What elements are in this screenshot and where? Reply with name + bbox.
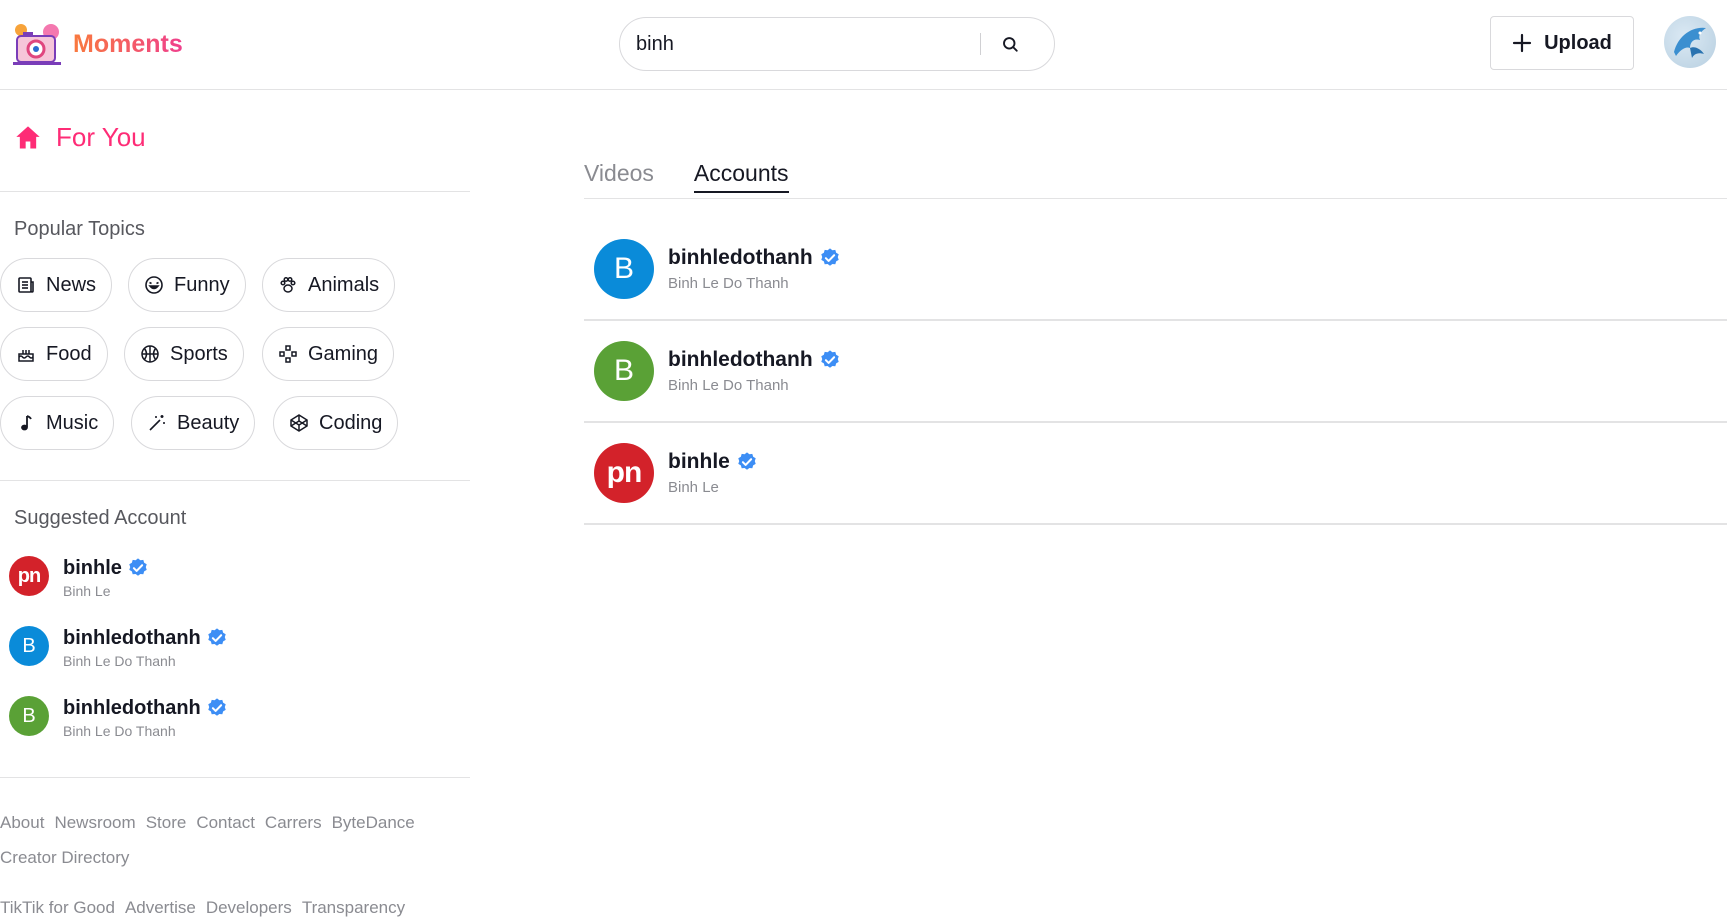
avatar: B [594,239,654,299]
footer-link-contact[interactable]: Contact [196,813,255,833]
home-icon [16,125,40,148]
tabs-divider [584,198,1727,199]
verified-badge-icon [738,452,756,470]
result-fullname: Binh Le Do Thanh [668,377,789,394]
topic-gaming[interactable]: Gaming [262,327,395,381]
user-avatar[interactable] [1664,16,1716,68]
avatar: B [9,696,49,736]
divider [0,777,470,778]
footer-link-store[interactable]: Store [146,813,187,833]
footer-links-row: About Newsroom Store Contact Carrers Byt… [0,813,415,833]
for-you-label: For You [56,122,146,152]
verified-badge-icon [129,558,147,576]
footer-link-carrers[interactable]: Carrers [265,813,322,833]
avatar: B [594,341,654,401]
tab-videos[interactable]: Videos [584,160,654,193]
topic-label: Gaming [308,342,379,365]
codepen-icon [290,414,308,432]
topic-food[interactable]: Food [0,327,108,381]
search-input[interactable] [620,32,980,56]
topic-coding[interactable]: Coding [273,396,399,450]
search-tabs: Videos Accounts [584,160,789,193]
topic-label: News [46,273,97,296]
footer-link-bytedance[interactable]: ByteDance [332,813,415,833]
top-header: Moments Upload [0,0,1727,90]
footer-links-row: Creator Directory [0,848,129,868]
topic-label: Beauty [177,411,240,434]
topic-sports[interactable]: Sports [124,327,244,381]
topic-funny[interactable]: Funny [128,258,246,312]
verified-badge-icon [208,628,226,646]
dolphin-avatar-icon [1674,27,1706,58]
newspaper-icon [18,277,34,293]
result-fullname: Binh Le Do Thanh [668,275,789,292]
verified-badge-icon [820,248,839,266]
divider [0,191,470,192]
search-bar [619,17,1055,71]
footer-link-newsroom[interactable]: Newsroom [54,813,135,833]
account-result-item[interactable]: pn binhle Binh Le [584,423,1727,525]
logo-text: Moments [73,29,183,58]
topic-animals[interactable]: Animals [262,258,396,312]
search-icon [1003,37,1018,52]
suggested-fullname: Binh Le Do Thanh [63,653,176,669]
footer-link-tiktik-for-good[interactable]: TikTik for Good [0,898,115,918]
sidebar-item-for-you[interactable]: For You [14,122,146,153]
suggested-fullname: Binh Le Do Thanh [63,723,176,739]
footer-link-about[interactable]: About [0,813,44,833]
topic-label: Music [46,411,99,434]
camera-logo-icon [9,20,65,68]
suggested-account-title: Suggested Account [14,507,187,529]
topic-label: Animals [308,273,380,296]
verified-badge-icon [820,350,839,368]
logo[interactable]: Moments [9,20,183,68]
footer-link-transparency[interactable]: Transparency [302,898,405,918]
upload-label: Upload [1544,31,1612,54]
result-fullname: Binh Le [668,479,719,496]
upload-button[interactable]: Upload [1490,16,1634,70]
gamepad-icon [279,345,297,363]
result-username: binhle [668,450,730,473]
plus-icon [1513,33,1532,53]
magic-wand-icon [149,415,165,431]
topic-label: Funny [174,273,230,296]
result-username: binhledothanh [668,246,813,269]
suggested-username: binhledothanh [63,697,201,719]
result-username: binhledothanh [668,348,813,371]
footer-links-row: TikTik for Good Advertise Developers Tra… [0,898,405,918]
suggested-account-item[interactable]: pn binhle Binh Le [9,556,149,599]
suggested-account-item[interactable]: B binhledothanh Binh Le Do Thanh [9,696,228,739]
topic-music[interactable]: Music [0,396,115,450]
suggested-username: binhledothanh [63,627,201,649]
paw-icon [280,276,296,293]
footer-link-creator-directory[interactable]: Creator Directory [0,848,129,868]
footer-link-developers[interactable]: Developers [206,898,292,918]
basketball-icon [141,345,159,363]
topic-label: Sports [170,342,228,365]
footer-link-advertise[interactable]: Advertise [125,898,196,918]
suggested-account-item[interactable]: B binhledothanh Binh Le Do Thanh [9,626,228,669]
topic-news[interactable]: News [0,258,113,312]
search-button[interactable] [981,18,1039,70]
topic-beauty[interactable]: Beauty [131,396,256,450]
avatar: pn [9,556,49,596]
cake-icon [18,350,34,362]
topic-label: Coding [319,411,383,434]
popular-topics-title: Popular Topics [14,218,145,240]
verified-badge-icon [208,698,226,716]
account-result-item[interactable]: B binhledothanh Binh Le Do Thanh [584,321,1727,423]
avatar: B [9,626,49,666]
divider [0,480,470,481]
suggested-username: binhle [63,557,122,579]
laughing-face-icon [145,276,163,294]
music-note-icon [21,415,32,431]
account-result-item[interactable]: B binhledothanh Binh Le Do Thanh [584,219,1727,321]
topic-label: Food [46,342,92,365]
avatar: pn [594,443,654,503]
suggested-fullname: Binh Le [63,583,111,599]
tab-accounts[interactable]: Accounts [693,160,789,193]
